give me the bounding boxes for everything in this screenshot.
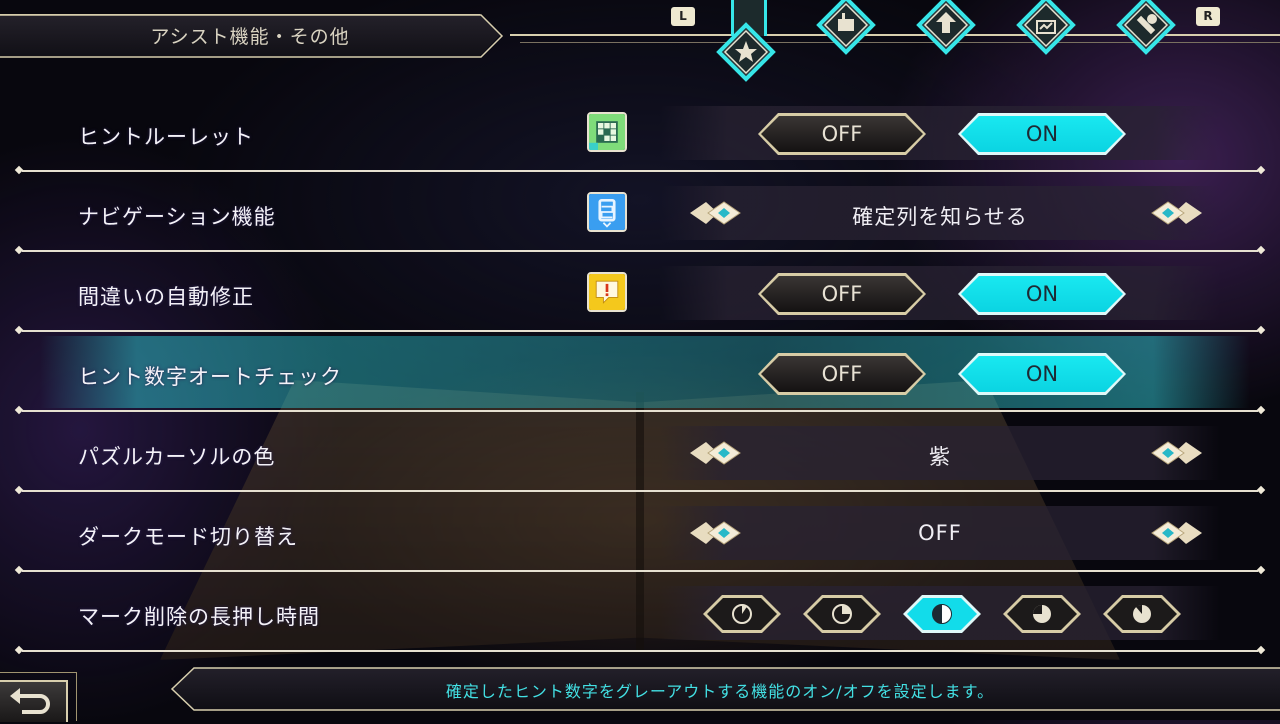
tab-screen[interactable] <box>1016 0 1076 55</box>
tab-crest[interactable] <box>916 0 976 55</box>
tab-tools[interactable] <box>1116 0 1176 55</box>
setting-row-navigation[interactable]: ナビゲーション機能 確定列を知らせる <box>0 172 1280 252</box>
arrow-left-button[interactable] <box>688 196 744 230</box>
setting-label: マーク削除の長押し時間 <box>78 605 320 629</box>
help-text: 確定したヒント数字をグレーアウトする機能のオン/オフを設定します。 <box>445 682 995 701</box>
setting-row-dark-mode[interactable]: ダークモード切り替え OFF <box>0 492 1280 572</box>
setting-label: 間違いの自動修正 <box>78 285 254 309</box>
hold-time-option-2[interactable] <box>802 594 882 634</box>
shoulder-r-button[interactable]: R <box>1196 7 1220 26</box>
arrow-right-button[interactable] <box>1148 516 1204 550</box>
arrow-left-button[interactable] <box>688 516 744 550</box>
setting-row-hint-auto-check[interactable]: ヒント数字オートチェック OFF ON <box>0 332 1280 412</box>
page-title: アシスト機能・その他 <box>150 26 350 48</box>
on-button[interactable]: ON <box>958 353 1126 395</box>
hold-time-option-3[interactable] <box>902 594 982 634</box>
setting-row-cursor-color[interactable]: パズルカーソルの色 紫 <box>0 412 1280 492</box>
roulette-grid-icon <box>587 112 627 152</box>
hold-time-option-1[interactable] <box>702 594 782 634</box>
setting-label: ヒントルーレット <box>78 125 254 149</box>
setting-row-auto-correct[interactable]: 間違いの自動修正 OFF ON <box>0 252 1280 332</box>
back-arrow-icon <box>10 688 50 714</box>
arrow-right-button[interactable] <box>1148 196 1204 230</box>
hold-time-option-5[interactable] <box>1102 594 1182 634</box>
alert-icon <box>587 272 627 312</box>
setting-row-hint-roulette[interactable]: ヒントルーレット OFF ON <box>0 92 1280 172</box>
setting-label: ナビゲーション機能 <box>78 205 276 229</box>
arrow-left-button[interactable] <box>688 436 744 470</box>
off-button[interactable]: OFF <box>758 273 926 315</box>
select-value: 紫 <box>929 445 951 469</box>
tab-star[interactable] <box>716 22 776 82</box>
hold-time-option-4[interactable] <box>1002 594 1082 634</box>
off-button[interactable]: OFF <box>758 113 926 155</box>
shoulder-l-button[interactable]: L <box>671 7 695 26</box>
tab-puzzle[interactable] <box>816 0 876 55</box>
on-button[interactable]: ON <box>958 113 1126 155</box>
select-value: 確定列を知らせる <box>852 205 1028 229</box>
setting-label: ダークモード切り替え <box>78 525 298 549</box>
setting-row-mark-delete-hold[interactable]: マーク削除の長押し時間 <box>0 572 1280 652</box>
navigation-icon <box>587 192 627 232</box>
back-button[interactable] <box>0 680 68 722</box>
setting-label: ヒント数字オートチェック <box>78 365 342 389</box>
arrow-right-button[interactable] <box>1148 436 1204 470</box>
select-value: OFF <box>918 521 962 545</box>
setting-label: パズルカーソルの色 <box>78 445 276 469</box>
row-divider <box>22 650 1258 652</box>
off-button[interactable]: OFF <box>758 353 926 395</box>
on-button[interactable]: ON <box>958 273 1126 315</box>
